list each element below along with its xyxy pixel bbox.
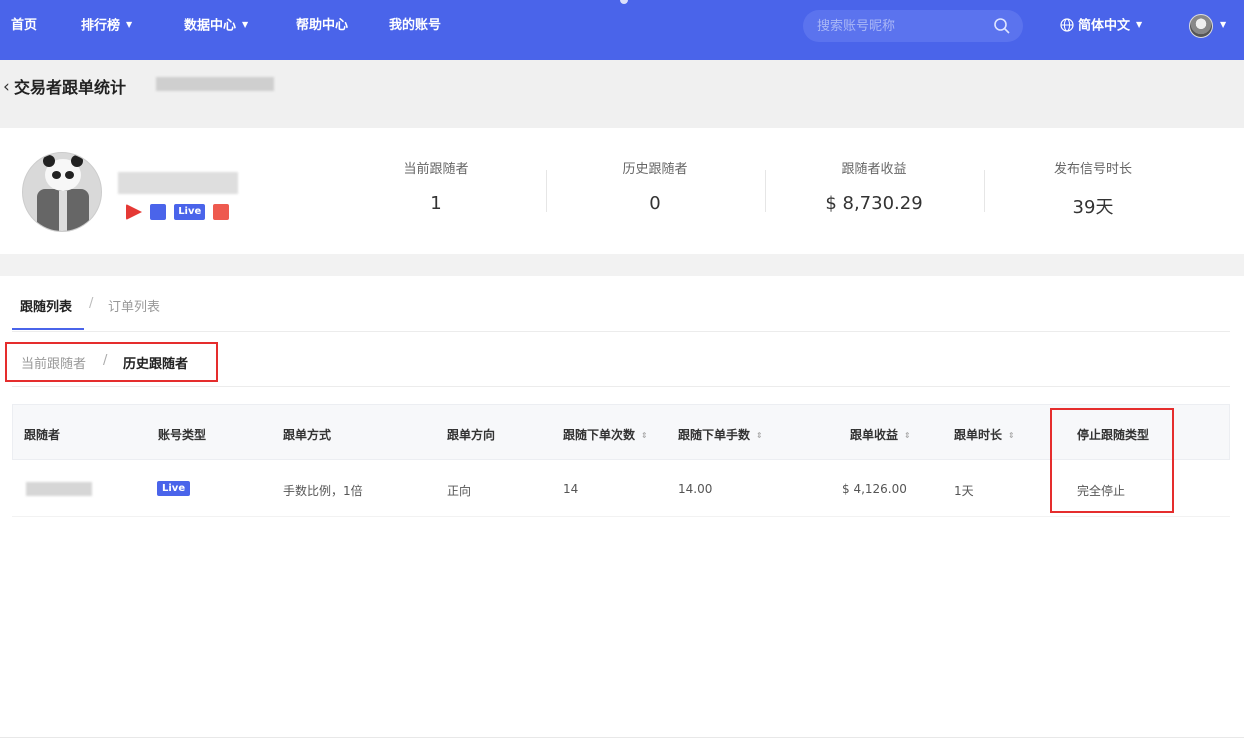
- nav-rankings-label: 排行榜: [81, 18, 121, 34]
- trader-profile-card: Live 当前跟随者 1 历史跟随者 0 跟随者收益 $ 8,730.29 发布…: [0, 128, 1244, 254]
- nav-help-center-label: 帮助中心: [296, 18, 349, 33]
- avatar-eye: [52, 171, 61, 179]
- nav-help-center[interactable]: 帮助中心: [296, 0, 348, 52]
- stat-history-followers: 历史跟随者 0: [565, 158, 745, 214]
- redacted-follower-name: [26, 482, 92, 496]
- column-header-account-type: 账号类型: [158, 428, 207, 442]
- divider: [546, 170, 547, 212]
- stat-label: 跟随者收益: [841, 162, 907, 177]
- divider: [765, 170, 766, 212]
- nav-my-account[interactable]: 我的账号: [389, 0, 441, 52]
- column-header-label: 跟单时长: [954, 428, 1003, 442]
- stat-value: 39天: [1072, 197, 1114, 218]
- page-title: 交易者跟单统计: [14, 78, 127, 97]
- column-header-label: 跟单收益: [850, 428, 899, 442]
- account-type-badge: Live: [157, 481, 191, 496]
- cell-lots: 14.00: [678, 482, 713, 496]
- sort-icon: ⇕: [756, 431, 763, 440]
- divider: [12, 516, 1230, 517]
- divider: [12, 331, 1230, 332]
- user-avatar[interactable]: [1189, 14, 1213, 38]
- back-arrow-icon[interactable]: ‹: [3, 77, 10, 97]
- subtab-history-followers[interactable]: 历史跟随者: [123, 353, 188, 372]
- trader-avatar: [22, 152, 102, 232]
- stat-follower-profit: 跟随者收益 $ 8,730.29: [784, 158, 964, 214]
- sort-icon: ⇕: [1008, 431, 1015, 440]
- column-header-label: 跟随下单手数: [678, 428, 751, 442]
- chevron-down-icon: ▼: [126, 20, 133, 29]
- live-badge: Live: [174, 204, 206, 220]
- avatar-ear: [43, 155, 55, 167]
- trader-badges: Live: [126, 204, 232, 220]
- subtab-separator: /: [103, 353, 108, 368]
- stat-value: $ 8,730.29: [825, 193, 923, 214]
- column-header-label: 跟随下单次数: [563, 428, 636, 442]
- nav-home-label: 首页: [11, 18, 38, 33]
- column-header-follow-mode: 跟单方式: [283, 428, 332, 442]
- column-header-lots[interactable]: 跟随下单手数 ⇕: [678, 426, 763, 443]
- redacted-account-id: [156, 77, 274, 91]
- chevron-down-icon: ▼: [1136, 20, 1143, 29]
- section-gap: [0, 254, 1244, 276]
- column-header-follower: 跟随者: [24, 428, 61, 442]
- cell-profit: $ 4,126.00: [842, 482, 907, 496]
- top-navbar: 首页 排行榜 ▼ 数据中心 ▼ 帮助中心 我的账号 简体中文 ▼ ▼: [0, 0, 1244, 60]
- sort-icon: ⇕: [641, 431, 648, 440]
- flag-icon: [126, 204, 142, 220]
- avatar-eye: [65, 171, 74, 179]
- search-input[interactable]: [817, 16, 987, 36]
- divider: [12, 386, 1230, 387]
- globe-icon: [1060, 17, 1074, 32]
- tab-order-list[interactable]: 订单列表: [108, 296, 160, 315]
- cell-follow-mode: 手数比例，1倍: [283, 484, 363, 498]
- redacted-trader-name: [118, 172, 238, 194]
- column-header-order-count[interactable]: 跟随下单次数 ⇕: [563, 426, 648, 443]
- divider: [0, 737, 1244, 738]
- stat-label: 历史跟随者: [622, 162, 688, 177]
- cell-direction: 正向: [447, 484, 472, 498]
- sort-icon: ⇕: [904, 431, 911, 440]
- stat-label: 当前跟随者: [403, 162, 469, 177]
- chevron-down-icon[interactable]: ▼: [1220, 20, 1226, 29]
- highlight-box: [1050, 408, 1174, 513]
- nav-home[interactable]: 首页: [11, 0, 37, 52]
- language-label: 简体中文: [1078, 18, 1131, 34]
- column-header-direction: 跟单方向: [447, 428, 496, 442]
- chevron-down-icon: ▼: [242, 20, 249, 29]
- avatar-tie: [59, 191, 67, 231]
- search-icon[interactable]: [993, 17, 1011, 35]
- divider: [984, 170, 985, 212]
- cell-order-count: 14: [563, 482, 579, 496]
- list-tabs: 跟随列表 / 订单列表: [0, 276, 1244, 332]
- subtab-current-followers[interactable]: 当前跟随者: [21, 353, 86, 372]
- nav-my-account-label: 我的账号: [389, 18, 442, 33]
- tab-follower-list[interactable]: 跟随列表: [20, 296, 72, 315]
- avatar-ear: [71, 155, 83, 167]
- indicator-dot: [620, 0, 628, 4]
- cell-duration: 1天: [954, 484, 974, 498]
- tab-separator: /: [89, 296, 94, 311]
- active-tab-indicator: [12, 328, 84, 330]
- country-flag-icon: [213, 204, 230, 220]
- nav-rankings[interactable]: 排行榜 ▼: [81, 0, 132, 52]
- column-header-profit[interactable]: 跟单收益 ⇕: [850, 426, 911, 443]
- verified-user-icon: [150, 204, 167, 220]
- nav-data-center-label: 数据中心: [184, 18, 237, 34]
- stat-signal-duration: 发布信号时长 39天: [1003, 158, 1183, 219]
- search-box: [803, 10, 1023, 42]
- stat-current-followers: 当前跟随者 1: [346, 158, 526, 214]
- language-selector[interactable]: 简体中文 ▼: [1060, 0, 1142, 52]
- stat-value: 1: [430, 193, 442, 214]
- nav-data-center[interactable]: 数据中心 ▼: [184, 0, 248, 52]
- column-header-duration[interactable]: 跟单时长 ⇕: [954, 426, 1015, 443]
- stat-label: 发布信号时长: [1053, 162, 1132, 177]
- stat-value: 0: [649, 193, 661, 214]
- page-header: ‹ 交易者跟单统计: [0, 60, 1244, 128]
